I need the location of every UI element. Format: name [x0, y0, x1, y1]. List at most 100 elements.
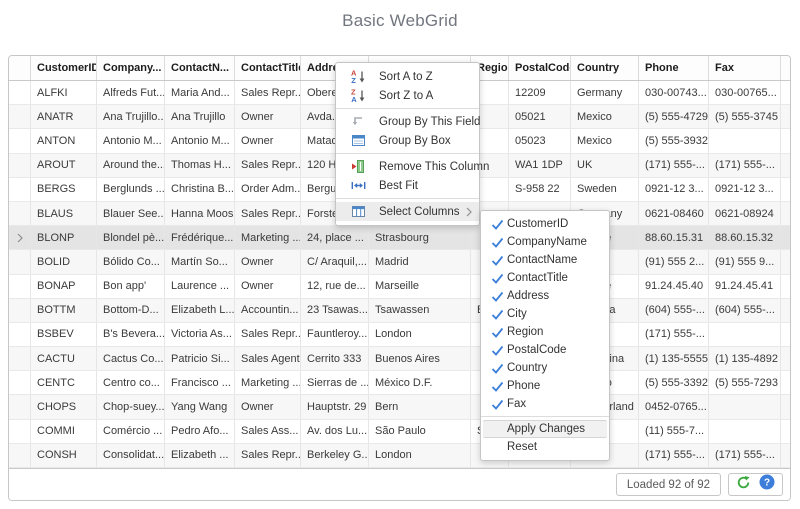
cell-CACTU-addre[interactable]: Cerrito 333	[301, 347, 369, 370]
chooser-item-contacttitle[interactable]: ContactTitle	[481, 269, 609, 287]
cell-ANTON-contacttitle[interactable]: Owner	[235, 129, 301, 152]
cell-BSBEV-fax[interactable]	[709, 323, 781, 346]
header-cell-country[interactable]: Country	[571, 56, 639, 80]
cell-CENTC-phone[interactable]: (5) 555-3392	[639, 371, 709, 394]
chooser-item-companyname[interactable]: CompanyName	[481, 233, 609, 251]
cell-BLONP-company[interactable]: Blondel pè...	[97, 226, 165, 249]
cell-AROUT-country[interactable]: UK	[571, 154, 639, 177]
cell-CENTC-fax[interactable]: (5) 555-7293	[709, 371, 781, 394]
cell-ANATR-postalcode[interactable]: 05021	[509, 105, 571, 128]
cell-BOTTM-contacttitle[interactable]: Accountin...	[235, 299, 301, 322]
cell-ALFKI-country[interactable]: Germany	[571, 81, 639, 104]
cell-BOTTM-contactn[interactable]: Elizabeth L...	[165, 299, 235, 322]
cell-ANATR-fax[interactable]: (5) 555-3745	[709, 105, 781, 128]
cell-BSBEV-addre[interactable]: Fauntleroy...	[301, 323, 369, 346]
chooser-action-reset[interactable]: Reset	[481, 438, 609, 456]
cell-BONAP-contactn[interactable]: Laurence ...	[165, 275, 235, 298]
cell-CACTU-contacttitle[interactable]: Sales Agent	[235, 347, 301, 370]
chooser-item-region[interactable]: Region	[481, 323, 609, 341]
grid-row-BONAP[interactable]: BONAPBon app'Laurence ...Owner12, rue de…	[9, 275, 790, 299]
cell-BERGS-contacttitle[interactable]: Order Adm...	[235, 178, 301, 201]
chooser-item-contactname[interactable]: ContactName	[481, 251, 609, 269]
cell-AROUT-contactn[interactable]: Thomas H...	[165, 154, 235, 177]
cell-ANATR-contacttitle[interactable]: Owner	[235, 105, 301, 128]
cell-CENTC-contactn[interactable]: Francisco ...	[165, 371, 235, 394]
cell-AROUT-phone[interactable]: (171) 555-...	[639, 154, 709, 177]
grid-row-CACTU[interactable]: CACTUCactus Co...Patricio Si...Sales Age…	[9, 347, 790, 371]
cell-ALFKI-contacttitle[interactable]: Sales Repr...	[235, 81, 301, 104]
cell-ALFKI-contactn[interactable]: Maria And...	[165, 81, 235, 104]
cell-CONSH-addre[interactable]: Berkeley G...	[301, 444, 369, 467]
cell-ALFKI-postalcode[interactable]: 12209	[509, 81, 571, 104]
cell-BSBEV-contacttitle[interactable]: Sales Repr...	[235, 323, 301, 346]
cell-BSBEV-phone[interactable]: (171) 555-...	[639, 323, 709, 346]
header-cell-company[interactable]: Company...	[97, 56, 165, 80]
cell-BERGS-postalcode[interactable]: S-958 22	[509, 178, 571, 201]
cell-AROUT-fax[interactable]: (171) 555-...	[709, 154, 781, 177]
cell-BERGS-fax[interactable]: 0921-12 3...	[709, 178, 781, 201]
chooser-item-fax[interactable]: Fax	[481, 395, 609, 413]
cell-ANATR-phone[interactable]: (5) 555-4729	[639, 105, 709, 128]
cell-BOTTM-customerid[interactable]: BOTTM	[31, 299, 97, 322]
header-cell-contactn[interactable]: ContactN...	[165, 56, 235, 80]
cell-ANTON-fax[interactable]	[709, 129, 781, 152]
cell-CACTU-fax[interactable]: (1) 135-4892	[709, 347, 781, 370]
cell-BSBEV-city[interactable]: London	[369, 323, 471, 346]
cell-COMMI-fax[interactable]	[709, 420, 781, 443]
cell-BLONP-contacttitle[interactable]: Marketing ...	[235, 226, 301, 249]
cell-BOLID-addre[interactable]: C/ Araquil,...	[301, 250, 369, 273]
cell-BOTTM-company[interactable]: Bottom-D...	[97, 299, 165, 322]
menu-item-select-columns[interactable]: Select Columns	[336, 202, 479, 221]
cell-COMMI-contactn[interactable]: Pedro Afo...	[165, 420, 235, 443]
cell-BLONP-customerid[interactable]: BLONP	[31, 226, 97, 249]
cell-BONAP-company[interactable]: Bon app'	[97, 275, 165, 298]
cell-BLAUS-customerid[interactable]: BLAUS	[31, 202, 97, 225]
cell-COMMI-city[interactable]: São Paulo	[369, 420, 471, 443]
cell-CACTU-contactn[interactable]: Patricio Si...	[165, 347, 235, 370]
cell-ANTON-contactn[interactable]: Antonio M...	[165, 129, 235, 152]
chooser-action-apply-changes[interactable]: Apply Changes	[483, 420, 607, 438]
cell-ANATR-country[interactable]: Mexico	[571, 105, 639, 128]
cell-ANATR-customerid[interactable]: ANATR	[31, 105, 97, 128]
cell-BOTTM-addre[interactable]: 23 Tsawas...	[301, 299, 369, 322]
cell-BERGS-country[interactable]: Sweden	[571, 178, 639, 201]
cell-CONSH-contactn[interactable]: Elizabeth ...	[165, 444, 235, 467]
menu-item-group-by-box[interactable]: Group By Box	[336, 131, 479, 150]
cell-CONSH-phone[interactable]: (171) 555-...	[639, 444, 709, 467]
grid-row-BLONP[interactable]: BLONPBlondel pè...Frédérique...Marketing…	[9, 226, 790, 250]
cell-CONSH-customerid[interactable]: CONSH	[31, 444, 97, 467]
refresh-button[interactable]	[736, 475, 751, 495]
cell-COMMI-company[interactable]: Comércio ...	[97, 420, 165, 443]
cell-BONAP-fax[interactable]: 91.24.45.41	[709, 275, 781, 298]
header-cell-postalcode[interactable]: PostalCode	[509, 56, 571, 80]
cell-BONAP-phone[interactable]: 91.24.45.40	[639, 275, 709, 298]
menu-item-sort-z-to-a[interactable]: ZASort Z to A	[336, 86, 479, 105]
grid-row-CHOPS[interactable]: CHOPSChop-suey...Yang WangOwnerHauptstr.…	[9, 395, 790, 419]
cell-ANTON-customerid[interactable]: ANTON	[31, 129, 97, 152]
chooser-item-customerid[interactable]: CustomerID	[481, 215, 609, 233]
header-cell-customerid[interactable]: CustomerID	[31, 56, 97, 80]
cell-ALFKI-company[interactable]: Alfreds Fut...	[97, 81, 165, 104]
chooser-item-phone[interactable]: Phone	[481, 377, 609, 395]
cell-ANTON-company[interactable]: Antonio M...	[97, 129, 165, 152]
cell-CHOPS-company[interactable]: Chop-suey...	[97, 395, 165, 418]
cell-BERGS-customerid[interactable]: BERGS	[31, 178, 97, 201]
grid-row-BSBEV[interactable]: BSBEVB's Bevera...Victoria As...Sales Re…	[9, 323, 790, 347]
cell-BLONP-addre[interactable]: 24, place ...	[301, 226, 369, 249]
cell-BOLID-contactn[interactable]: Martín So...	[165, 250, 235, 273]
header-cell-contacttitle[interactable]: ContactTitle	[235, 56, 301, 80]
cell-BOLID-company[interactable]: Bólido Co...	[97, 250, 165, 273]
cell-BONAP-addre[interactable]: 12, rue de...	[301, 275, 369, 298]
cell-BLAUS-phone[interactable]: 0621-08460	[639, 202, 709, 225]
cell-CHOPS-city[interactable]: Bern	[369, 395, 471, 418]
help-button[interactable]: ?	[759, 474, 775, 495]
cell-CHOPS-addre[interactable]: Hauptstr. 29	[301, 395, 369, 418]
grid-row-CONSH[interactable]: CONSHConsolidat...Elizabeth ...Sales Rep…	[9, 444, 790, 468]
header-cell-phone[interactable]: Phone	[639, 56, 709, 80]
chooser-item-address[interactable]: Address	[481, 287, 609, 305]
cell-BSBEV-contactn[interactable]: Victoria As...	[165, 323, 235, 346]
cell-CENTC-contacttitle[interactable]: Marketing ...	[235, 371, 301, 394]
cell-BOTTM-phone[interactable]: (604) 555-...	[639, 299, 709, 322]
cell-ANTON-postalcode[interactable]: 05023	[509, 129, 571, 152]
chooser-item-postalcode[interactable]: PostalCode	[481, 341, 609, 359]
